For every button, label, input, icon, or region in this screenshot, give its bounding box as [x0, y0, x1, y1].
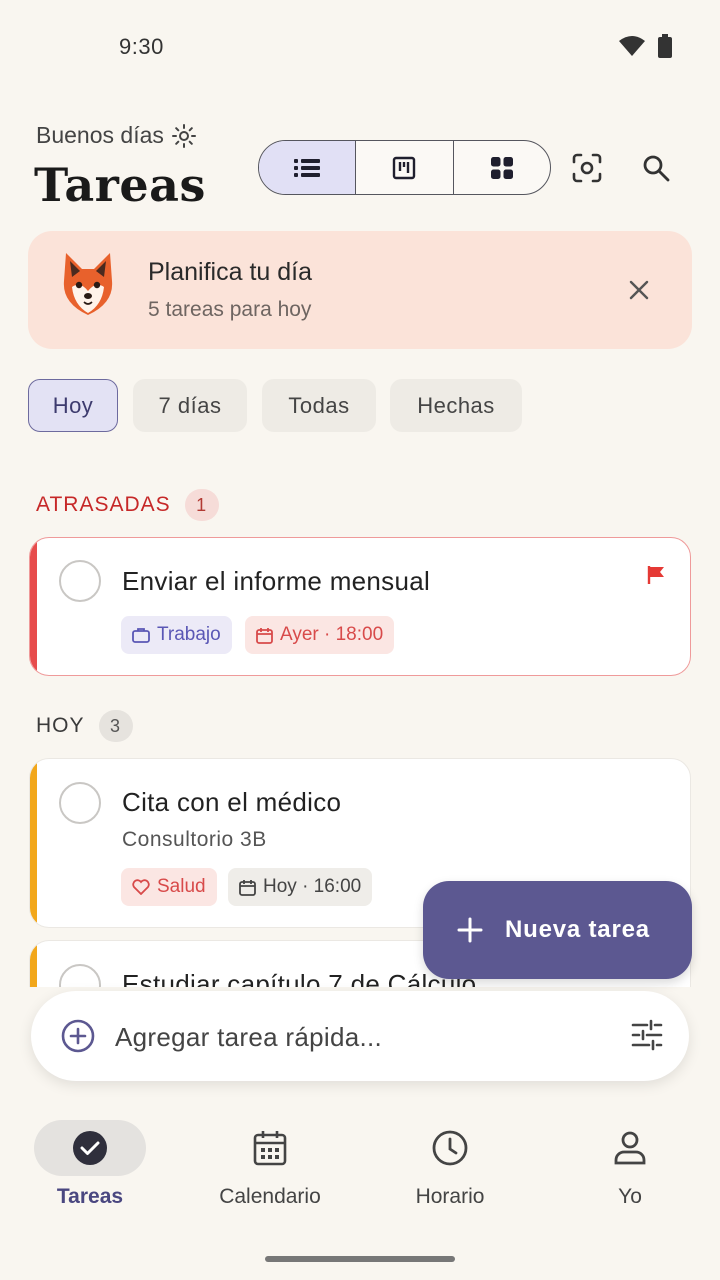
- task-title: Cita con el médico: [122, 787, 342, 817]
- filter-chip-today[interactable]: Hoy: [28, 379, 118, 432]
- bottom-navigation: Tareas Calendario Horario Yo: [0, 1098, 720, 1280]
- scan-focus-icon: [572, 153, 602, 183]
- sun-icon: [171, 123, 196, 148]
- nav-calendar-pill: [214, 1120, 326, 1176]
- page-title: Tareas: [34, 158, 206, 212]
- section-overdue-label: ATRASADAS: [36, 493, 171, 516]
- greeting: Buenos días: [36, 122, 196, 149]
- nav-label: Tareas: [56, 1185, 124, 1208]
- home-indicator[interactable]: [265, 1256, 455, 1262]
- section-overdue-count: 1: [184, 489, 219, 521]
- grid-icon: [490, 156, 513, 179]
- plus-icon: [457, 917, 483, 943]
- filter-chip-done[interactable]: Hechas: [390, 379, 522, 432]
- flag-icon: [647, 566, 664, 584]
- task-title: Enviar el informe mensual: [122, 566, 431, 596]
- tune-icon: [631, 1019, 663, 1051]
- section-today-header: HOY 3: [36, 710, 133, 742]
- quick-add-options-button[interactable]: [630, 1018, 664, 1057]
- nav-item-schedule[interactable]: Horario: [370, 1120, 530, 1209]
- banner-subtitle: 5 tareas para hoy: [148, 298, 312, 321]
- task-checkbox[interactable]: [59, 964, 101, 987]
- tag-due-label: Ayer · 18:00: [280, 624, 384, 645]
- nav-profile-pill: [574, 1120, 686, 1176]
- filter-chip-all[interactable]: Todas: [262, 379, 376, 432]
- quick-add-input[interactable]: Agregar tarea rápida...: [115, 1022, 382, 1053]
- task-title: Estudiar capítulo 7 de Cálculo: [122, 969, 477, 987]
- add-circle-icon: [61, 1019, 95, 1053]
- status-time: 9:30: [119, 34, 164, 59]
- new-task-label: Nueva tarea: [505, 916, 650, 943]
- board-view-button[interactable]: [356, 141, 454, 194]
- tag-health[interactable]: Salud: [121, 868, 217, 906]
- search-icon: [643, 155, 670, 182]
- nav-item-calendar[interactable]: Calendario: [190, 1120, 350, 1209]
- quick-add-bar[interactable]: Agregar tarea rápida...: [31, 991, 689, 1081]
- nav-label: Horario: [415, 1185, 485, 1208]
- plan-day-banner[interactable]: Planifica tu día 5 tareas para hoy: [28, 231, 692, 349]
- list-icon: [294, 158, 321, 177]
- fox-mascot-icon: [63, 253, 113, 315]
- section-today-count: 3: [98, 710, 133, 742]
- tag-work-label: Trabajo: [157, 624, 221, 645]
- task-note: Consultorio 3B: [122, 828, 267, 851]
- greeting-text: Buenos días: [36, 122, 164, 148]
- person-icon: [614, 1131, 646, 1165]
- priority-stripe: [30, 538, 37, 675]
- battery-icon: [658, 34, 672, 58]
- nav-item-tasks[interactable]: Tareas: [10, 1120, 170, 1209]
- clock-icon: [432, 1130, 468, 1166]
- status-icons: [618, 34, 672, 58]
- tag-health-label: Salud: [157, 876, 206, 897]
- tag-due-date[interactable]: Hoy · 16:00: [228, 868, 373, 906]
- priority-stripe: [30, 759, 37, 927]
- nav-schedule-pill: [394, 1120, 506, 1176]
- view-switcher: [258, 140, 551, 195]
- tag-due-date[interactable]: Ayer · 18:00: [245, 616, 395, 654]
- list-view-button[interactable]: [259, 141, 357, 194]
- new-task-button[interactable]: Nueva tarea: [423, 881, 692, 979]
- banner-title: Planifica tu día: [148, 258, 312, 286]
- priority-stripe: [30, 941, 37, 987]
- wifi-icon: [619, 36, 645, 56]
- nav-item-profile[interactable]: Yo: [550, 1120, 710, 1209]
- screen: 9:30 Buenos días Tareas Planifica tu día…: [0, 0, 720, 1280]
- briefcase-icon: [132, 628, 150, 643]
- search-button[interactable]: [633, 145, 679, 191]
- tag-due-label: Hoy · 16:00: [263, 876, 362, 897]
- heart-icon: [132, 879, 150, 895]
- calendar-icon: [256, 627, 273, 644]
- section-today-label: HOY: [36, 714, 85, 737]
- scan-button[interactable]: [564, 145, 610, 191]
- section-overdue-header: ATRASADAS 1: [36, 489, 219, 521]
- nav-tasks-pill: [34, 1120, 146, 1176]
- task-card-overdue[interactable]: Enviar el informe mensual Trabajo Ayer ·…: [29, 537, 691, 676]
- task-checkbox[interactable]: [59, 560, 101, 602]
- kanban-icon: [393, 156, 416, 179]
- filter-chip-7-days[interactable]: 7 días: [133, 379, 247, 432]
- grid-view-button[interactable]: [454, 141, 550, 194]
- calendar-grid-icon: [253, 1131, 287, 1166]
- check-circle-icon: [73, 1131, 107, 1165]
- nav-label: Yo: [618, 1185, 642, 1208]
- close-icon: [629, 280, 649, 300]
- task-checkbox[interactable]: [59, 782, 101, 824]
- nav-label: Calendario: [219, 1185, 321, 1208]
- calendar-icon: [239, 879, 256, 896]
- tag-work[interactable]: Trabajo: [121, 616, 232, 654]
- banner-close-button[interactable]: [624, 275, 654, 305]
